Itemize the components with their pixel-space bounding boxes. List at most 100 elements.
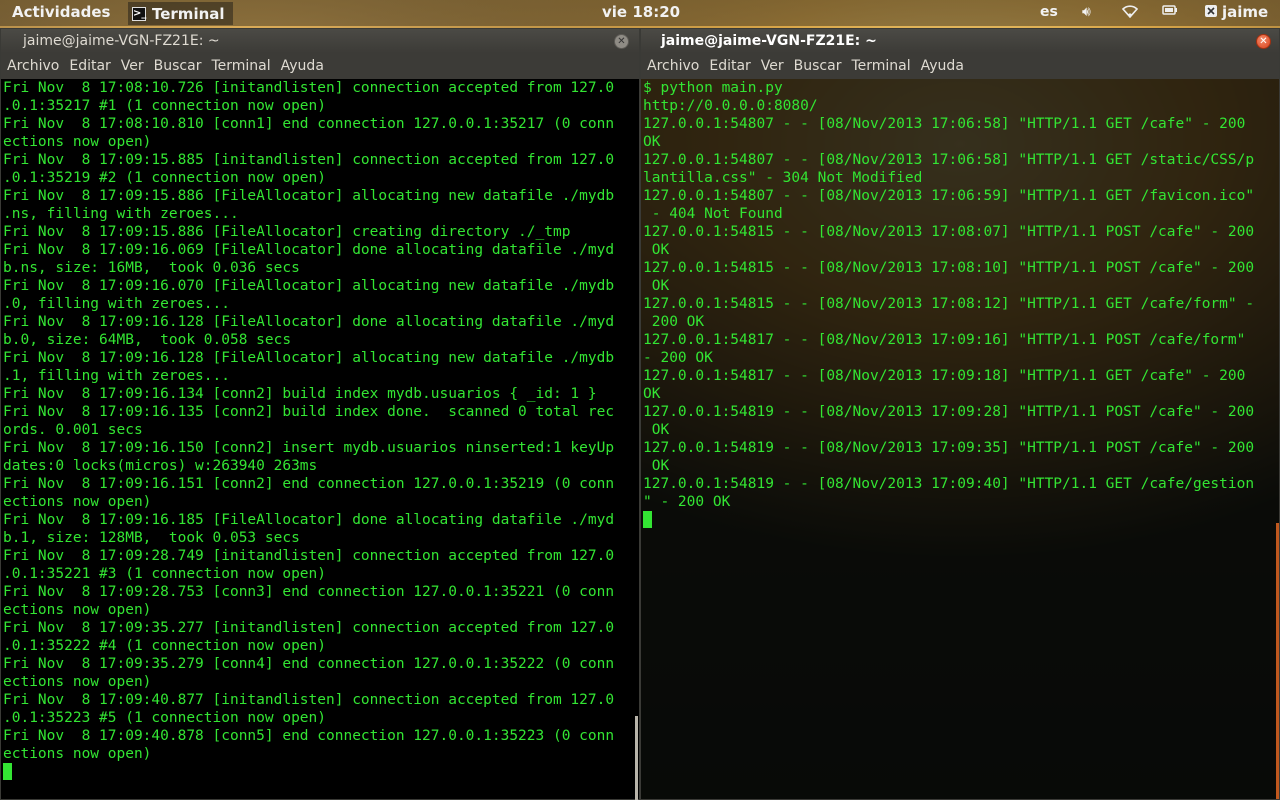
menu-ayuda[interactable]: Ayuda: [281, 58, 324, 74]
user-icon: [1204, 4, 1218, 22]
terminal-line: ections now open): [3, 746, 152, 762]
terminal-line: ections now open): [3, 494, 152, 510]
terminal-line: OK: [643, 134, 661, 150]
terminal-line: ections now open): [3, 674, 152, 690]
terminal-icon: >_: [132, 6, 147, 21]
menu-ayuda[interactable]: Ayuda: [921, 58, 964, 74]
menu-terminal[interactable]: Terminal: [851, 58, 910, 74]
terminal-line: Fri Nov 8 17:09:35.277 [initandlisten] c…: [3, 620, 615, 636]
terminal-line: Fri Nov 8 17:09:15.886 [FileAllocator] a…: [3, 188, 615, 204]
close-icon[interactable]: ✕: [1256, 34, 1271, 49]
menu-archivo[interactable]: Archivo: [647, 58, 699, 74]
terminal-line: 127.0.0.1:54815 - - [08/Nov/2013 17:08:1…: [643, 296, 1255, 312]
scrollbar[interactable]: [635, 716, 638, 800]
terminal-line: ections now open): [3, 602, 152, 618]
terminal-line: Fri Nov 8 17:09:16.128 [FileAllocator] a…: [3, 350, 615, 366]
terminal-line: - 200 OK: [643, 350, 713, 366]
app-menu-label: Terminal: [152, 4, 225, 23]
terminal-line: .0.1:35219 #2 (1 connection now open): [3, 170, 327, 186]
battery-icon[interactable]: [1162, 4, 1178, 20]
menu-ver[interactable]: Ver: [121, 58, 144, 74]
terminal-line: Fri Nov 8 17:09:15.885 [initandlisten] c…: [3, 152, 615, 168]
terminal-window-right: jaime@jaime-VGN-FZ21E: ~ ✕ Archivo Edita…: [640, 28, 1280, 800]
window-title: jaime@jaime-VGN-FZ21E: ~: [23, 33, 220, 49]
menu-bar: Archivo Editar Ver Buscar Terminal Ayuda: [1, 53, 639, 79]
terminal-line: 127.0.0.1:54819 - - [08/Nov/2013 17:09:2…: [643, 404, 1255, 420]
terminal-line: " - 200 OK: [643, 494, 731, 510]
menu-terminal[interactable]: Terminal: [211, 58, 270, 74]
terminal-window-left: jaime@jaime-VGN-FZ21E: ~ ✕ Archivo Edita…: [0, 28, 640, 800]
terminal-line: OK: [643, 386, 661, 402]
terminal-line: 127.0.0.1:54817 - - [08/Nov/2013 17:09:1…: [643, 332, 1246, 348]
terminal-line: 127.0.0.1:54807 - - [08/Nov/2013 17:06:5…: [643, 116, 1246, 132]
terminal-line: 127.0.0.1:54819 - - [08/Nov/2013 17:09:4…: [643, 476, 1255, 492]
terminal-line: Fri Nov 8 17:08:10.810 [conn1] end conne…: [3, 116, 615, 132]
terminal-line: Fri Nov 8 17:09:16.151 [conn2] end conne…: [3, 476, 615, 492]
menu-ver[interactable]: Ver: [761, 58, 784, 74]
menu-editar[interactable]: Editar: [69, 58, 110, 74]
terminal-output[interactable]: $ python main.py http://0.0.0.0:8080/127.…: [643, 79, 1275, 799]
terminal-line: .0, filling with zeroes...: [3, 296, 230, 312]
terminal-line: 127.0.0.1:54817 - - [08/Nov/2013 17:09:1…: [643, 368, 1246, 384]
terminal-line: Fri Nov 8 17:09:16.185 [FileAllocator] d…: [3, 512, 615, 528]
menu-archivo[interactable]: Archivo: [7, 58, 59, 74]
terminal-line: ords. 0.001 secs: [3, 422, 143, 438]
terminal-line: ections now open): [3, 134, 152, 150]
terminal-line: Fri Nov 8 17:09:40.877 [initandlisten] c…: [3, 692, 615, 708]
terminal-line: $ python main.py: [643, 80, 783, 96]
user-menu[interactable]: jaime: [1222, 3, 1268, 21]
menu-editar[interactable]: Editar: [709, 58, 750, 74]
menu-buscar[interactable]: Buscar: [794, 58, 842, 74]
app-menu-terminal[interactable]: >_ Terminal: [128, 2, 233, 25]
terminal-output[interactable]: Fri Nov 8 17:08:10.726 [initandlisten] c…: [3, 79, 635, 799]
terminal-line: Fri Nov 8 17:09:40.878 [conn5] end conne…: [3, 728, 615, 744]
terminal-line: b.1, size: 128MB, took 0.053 secs: [3, 530, 300, 546]
keyboard-layout-indicator[interactable]: es: [1040, 4, 1058, 20]
terminal-line: 127.0.0.1:54819 - - [08/Nov/2013 17:09:3…: [643, 440, 1255, 456]
terminal-line: 127.0.0.1:54815 - - [08/Nov/2013 17:08:1…: [643, 260, 1255, 276]
volume-icon[interactable]: 🔊︎: [1082, 4, 1091, 20]
terminal-line: Fri Nov 8 17:09:35.279 [conn4] end conne…: [3, 656, 615, 672]
terminal-cursor: [3, 763, 12, 780]
close-icon[interactable]: ✕: [614, 34, 629, 49]
window-titlebar[interactable]: jaime@jaime-VGN-FZ21E: ~ ✕: [1, 29, 639, 53]
terminal-line: http://0.0.0.0:8080/: [643, 98, 818, 114]
terminal-cursor: [643, 511, 652, 528]
terminal-line: b.0, size: 64MB, took 0.058 secs: [3, 332, 292, 348]
terminal-line: Fri Nov 8 17:09:16.135 [conn2] build ind…: [3, 404, 615, 420]
terminal-line: 127.0.0.1:54815 - - [08/Nov/2013 17:08:0…: [643, 224, 1255, 240]
top-panel: Actividades >_ Terminal vie 18:20 es 🔊︎ …: [0, 0, 1280, 26]
menu-bar: Archivo Editar Ver Buscar Terminal Ayuda: [641, 53, 1279, 79]
terminal-line: Fri Nov 8 17:09:16.128 [FileAllocator] d…: [3, 314, 615, 330]
terminal-line: .1, filling with zeroes...: [3, 368, 230, 384]
terminal-line: Fri Nov 8 17:09:28.753 [conn3] end conne…: [3, 584, 615, 600]
activities-button[interactable]: Actividades: [12, 3, 110, 21]
terminal-line: .0.1:35217 #1 (1 connection now open): [3, 98, 327, 114]
terminal-line: Fri Nov 8 17:09:16.069 [FileAllocator] d…: [3, 242, 615, 258]
terminal-line: OK: [643, 422, 670, 438]
terminal-line: 200 OK: [643, 314, 705, 330]
terminal-line: 127.0.0.1:54807 - - [08/Nov/2013 17:06:5…: [643, 188, 1255, 204]
terminal-line: .0.1:35223 #5 (1 connection now open): [3, 710, 327, 726]
terminal-line: 127.0.0.1:54807 - - [08/Nov/2013 17:06:5…: [643, 152, 1255, 168]
terminal-line: OK: [643, 458, 670, 474]
terminal-line: Fri Nov 8 17:09:28.749 [initandlisten] c…: [3, 548, 615, 564]
terminal-line: .ns, filling with zeroes...: [3, 206, 239, 222]
terminal-line: Fri Nov 8 17:09:16.134 [conn2] build ind…: [3, 386, 597, 402]
terminal-line: - 404 Not Found: [643, 206, 783, 222]
terminal-line: OK: [643, 242, 670, 258]
terminal-line: OK: [643, 278, 670, 294]
terminal-line: Fri Nov 8 17:09:15.886 [FileAllocator] c…: [3, 224, 571, 240]
window-titlebar[interactable]: jaime@jaime-VGN-FZ21E: ~ ✕: [641, 29, 1279, 53]
menu-buscar[interactable]: Buscar: [154, 58, 202, 74]
terminal-line: Fri Nov 8 17:09:16.070 [FileAllocator] a…: [3, 278, 615, 294]
terminal-line: .0.1:35222 #4 (1 connection now open): [3, 638, 327, 654]
window-title: jaime@jaime-VGN-FZ21E: ~: [661, 33, 877, 49]
clock[interactable]: vie 18:20: [602, 3, 680, 21]
wifi-icon[interactable]: [1121, 4, 1139, 22]
terminal-line: b.ns, size: 16MB, took 0.036 secs: [3, 260, 300, 276]
terminal-line: Fri Nov 8 17:09:16.150 [conn2] insert my…: [3, 440, 615, 456]
terminal-line: .0.1:35221 #3 (1 connection now open): [3, 566, 327, 582]
scrollbar[interactable]: [1276, 523, 1279, 799]
terminal-line: lantilla.css" - 304 Not Modified: [643, 170, 923, 186]
